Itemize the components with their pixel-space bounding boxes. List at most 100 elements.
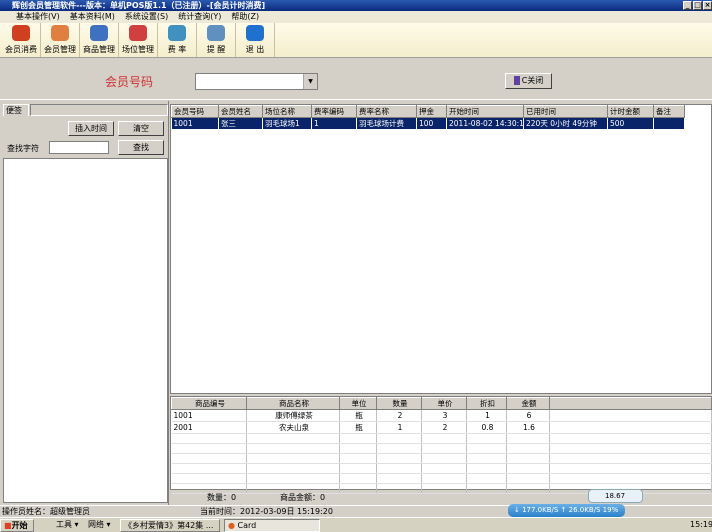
table-cell: 1 [311,117,357,130]
toolbar-icon [207,25,225,41]
menu-basic-data[interactable]: 基本资料(M) [70,11,115,23]
window-title: 辉创会员管理软件---版本：单机POS版1.1（已注册）-[会员计时消费] [12,1,266,10]
toolbar-button-2[interactable]: 商品管理 [80,23,119,57]
close-button[interactable]: C关闭 [505,73,552,89]
table-cell: 瓶 [339,421,377,434]
column-header[interactable]: 计时金额 [607,105,654,118]
table-cell: 6 [506,409,550,422]
find-button[interactable]: 查找 [118,140,164,155]
table-cell: 1001 [171,117,219,130]
menu-help[interactable]: 帮助(Z) [231,11,259,23]
total-amount: 商品金额：0 [280,493,326,502]
member-number-combo[interactable]: ▼ [195,73,318,90]
toolbar-label: 商品管理 [83,45,115,54]
menu-stats[interactable]: 统计查询(Y) [178,11,221,23]
table-cell: 3 [421,409,467,422]
toolbar-icon [51,25,69,41]
table-cell [653,117,685,130]
close-window-button[interactable]: × [703,1,712,10]
toolbar-icon [129,25,147,41]
start-button[interactable]: ■开始 [0,519,34,532]
column-header-empty [549,397,712,410]
table-cell: 1001 [171,409,247,422]
toolbar-button-3[interactable]: 场位管理 [119,23,158,57]
empty-row [171,453,712,464]
menu-basic-ops[interactable]: 基本操作(V) [16,11,60,23]
menu-bar: 基本操作(V) 基本资料(M) 系统设置(S) 统计查询(Y) 帮助(Z) [0,11,712,23]
total-qty: 数量：0 [207,493,237,502]
clear-button[interactable]: 清空 [118,121,164,136]
table-cell: 羽毛球场计费 [356,117,417,130]
menu-settings[interactable]: 系统设置(S) [125,11,168,23]
table-cell: 农夫山泉 [246,421,340,434]
toolbar-icon [12,25,30,41]
toolbar-button-5[interactable]: 提 醒 [197,23,236,57]
toolbar-button-6[interactable]: 退 出 [236,23,275,57]
current-time: 当前时间：2012-03-09日 15:19:20 [200,507,333,516]
find-input[interactable] [49,141,109,154]
minimize-button[interactable]: _ [683,1,692,10]
column-header[interactable]: 金额 [506,397,550,410]
insert-time-button[interactable]: 插入时间 [68,121,114,136]
notes-field[interactable] [30,104,168,116]
toolbar-icon [90,25,108,41]
tools-menu[interactable]: 工具 ▾ [56,518,79,532]
notes-area[interactable] [3,158,168,503]
goods-grid[interactable]: 商品编号 商品名称 单位 数量 单价 折扣 金额 1001 康师傅绿茶瓶 2 3 1 6 2001 农夫山泉… [170,396,712,494]
column-header[interactable]: 会员号码 [171,105,219,118]
empty-row [171,443,712,454]
member-number-label: 会员号码 [105,75,154,89]
app-icon: ● [228,521,235,530]
column-header[interactable]: 备注 [653,105,685,118]
network-menu[interactable]: 网络 ▾ [88,518,111,532]
toolbar-label: 费 率 [167,45,187,54]
empty-row [171,473,712,484]
table-cell: 羽毛球场1 [262,117,312,130]
door-icon [513,76,520,85]
column-header[interactable]: 数量 [376,397,422,410]
table-cell: 2001 [171,421,247,434]
column-header[interactable]: 商品编号 [171,397,247,410]
column-header[interactable]: 折扣 [466,397,507,410]
column-header[interactable]: 单价 [421,397,467,410]
column-header[interactable]: 开始时间 [446,105,524,118]
table-cell: 220天 0小时 49分钟 [523,117,608,130]
column-header[interactable]: 单位 [339,397,377,410]
table-cell: 1 [466,409,507,422]
toolbar-label: 会员消费 [5,45,37,54]
maximize-button[interactable]: □ [693,1,702,10]
toolbar-button-1[interactable]: 会员管理 [41,23,80,57]
session-grid[interactable]: 会员号码 会员姓名 场位名称 费率编码 费率名称 押金 开始时间 已用时间 计时金额 备注 1001… [170,104,712,394]
column-header[interactable]: 已用时间 [523,105,608,118]
taskbar-item-card[interactable]: ● Card [224,519,320,532]
taskbar-item-video[interactable]: 《乡村爱情3》第42集 ... [120,519,220,532]
net-pct: 19% [602,506,619,514]
toolbar-label: 会员管理 [44,45,76,54]
column-header[interactable]: 会员姓名 [218,105,263,118]
net-up: 26.0KB/S [568,506,601,514]
column-header[interactable]: 费率名称 [356,105,417,118]
toolbar-label: 场位管理 [122,45,154,54]
network-monitor: ↓ 177.0KB/S ↑ 26.0KB/S 19% [508,504,625,517]
empty-row [171,463,712,474]
windows-icon: ■ [4,521,12,530]
column-header[interactable]: 场位名称 [262,105,312,118]
toolbar-button-4[interactable]: 费 率 [158,23,197,57]
net-down: 177.0KB/S [522,506,559,514]
column-header[interactable]: 押金 [416,105,447,118]
operator-name: 操作员姓名：超级管理员 [2,507,90,516]
task2-label: Card [237,521,257,530]
clock: 15:19 [690,520,712,529]
column-header[interactable]: 费率编码 [311,105,357,118]
chevron-down-icon[interactable]: ▼ [303,74,317,89]
toolbar-label: 退 出 [245,45,265,54]
toolbar-button-0[interactable]: 会员消费 [2,23,41,57]
table-row[interactable]: 2001 农夫山泉瓶 1 2 0.8 1.6 [171,421,712,434]
table-row[interactable]: 1001 康师傅绿茶瓶 2 3 1 6 [171,409,712,422]
table-row[interactable]: 1001 张三 羽毛球场1 1 羽毛球场计费 100 2011-08-02 14:30:16… [171,117,685,130]
column-header[interactable]: 商品名称 [246,397,340,410]
toolbar-label: 提 醒 [206,45,226,54]
tab-notes[interactable]: 便签 [3,104,29,116]
table-cell: 2 [421,421,467,434]
table-cell: 1 [376,421,422,434]
